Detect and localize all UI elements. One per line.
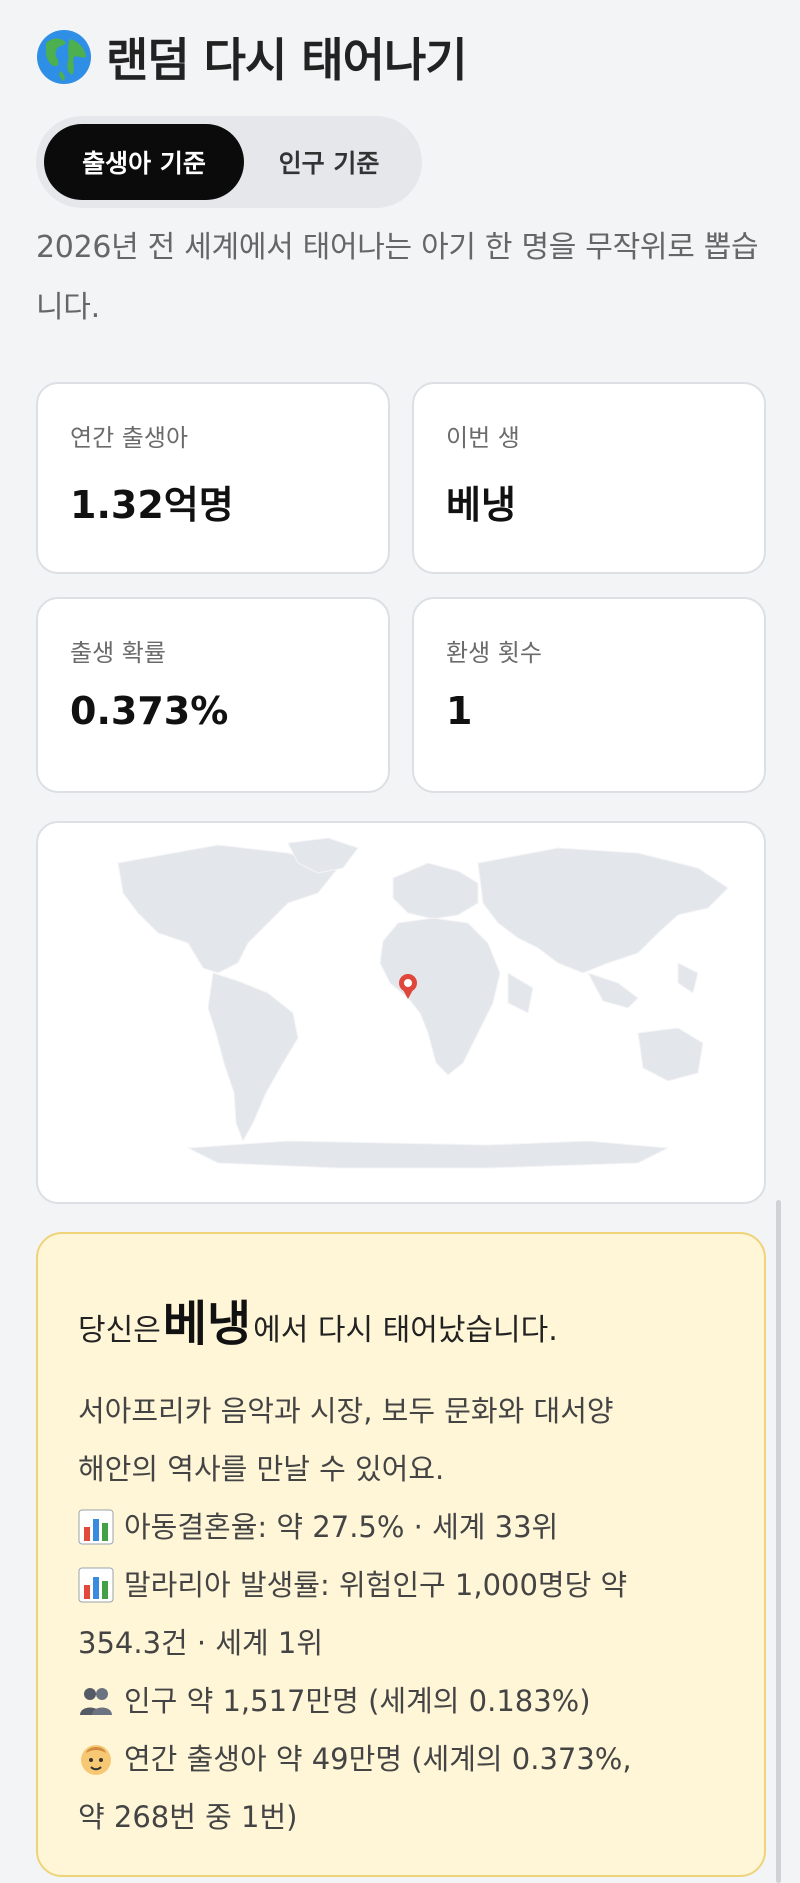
stat-card-this-life: 이번 생 베냉 [412,382,766,574]
stat-label: 환생 횟수 [446,639,542,667]
intro-line: 서아프리카 음악과 시장, 보두 문화와 대서양 [78,1394,614,1428]
fact-text: 연간 출생아 약 49만명 (세계의 0.373%, [124,1742,632,1776]
fact-malaria: 말라리아 발생률: 위험인구 1,000명당 약 [78,1556,738,1614]
stat-card-annual-births: 연간 출생아 1.32억명 [36,382,390,574]
stat-label: 연간 출생아 [70,424,189,452]
stat-value: 0.373% [70,689,229,733]
result-card: 당신은 베냉 에서 다시 태어났습니다. 서아프리카 음악과 시장, 보두 문화… [36,1232,766,1877]
result-details: 서아프리카 음악과 시장, 보두 문화와 대서양 해안의 역사를 만날 수 있어… [78,1382,738,1846]
fact-text: 인구 약 1,517만명 (세계의 0.183%) [124,1684,591,1718]
stat-label: 출생 확률 [70,639,166,667]
basis-toggle: 출생아 기준 인구 기준 [36,116,422,208]
stat-value: 베냉 [446,483,516,527]
stat-value: 1 [446,689,473,733]
description: 2026년 전 세계에서 태어나는 아기 한 명을 무작위로 뽑습니다. [36,230,759,325]
world-map-svg [117,837,729,1169]
bar-chart-icon [78,1509,114,1545]
bar-chart-icon [78,1567,114,1603]
result-headline: 당신은 베냉 에서 다시 태어났습니다. [78,1284,558,1354]
baby-icon [81,1745,111,1775]
fact-births: 연간 출생아 약 49만명 (세계의 0.373%, [78,1730,738,1788]
intro-line: 해안의 역사를 만날 수 있어요. [78,1452,445,1486]
fact-births-cont: 약 268번 중 1번) [78,1800,298,1834]
people-icon [80,1688,112,1715]
stat-label: 이번 생 [446,424,520,452]
population-basis-button[interactable]: 인구 기준 [244,124,414,200]
page-title: 랜덤 다시 태어나기 [106,33,468,87]
scrollbar[interactable] [776,1200,781,1883]
fact-malaria-cont: 354.3건 · 세계 1위 [78,1626,324,1660]
world-map[interactable] [36,821,766,1204]
fact-child-marriage: 아동결혼율: 약 27.5% · 세계 33위 [78,1498,738,1556]
globe-icon [37,30,91,84]
fact-text: 말라리아 발생률: 위험인구 1,000명당 약 [124,1568,628,1602]
stat-card-rebirth-count: 환생 횟수 1 [412,597,766,793]
header: 랜덤 다시 태어나기 [36,26,468,88]
fact-text: 아동결혼율: 약 27.5% · 세계 33위 [124,1510,559,1544]
headline-country: 베냉 [162,1296,252,1352]
headline-prefix: 당신은 [78,1313,161,1348]
page: 랜덤 다시 태어나기 출생아 기준 인구 기준 2026년 전 세계에서 태어나… [0,0,800,1883]
stat-card-birth-probability: 출생 확률 0.373% [36,597,390,793]
headline-suffix: 에서 다시 태어났습니다. [253,1313,558,1348]
fact-population: 인구 약 1,517만명 (세계의 0.183%) [78,1672,738,1730]
stat-value: 1.32억명 [70,483,234,527]
births-basis-button[interactable]: 출생아 기준 [44,124,244,200]
